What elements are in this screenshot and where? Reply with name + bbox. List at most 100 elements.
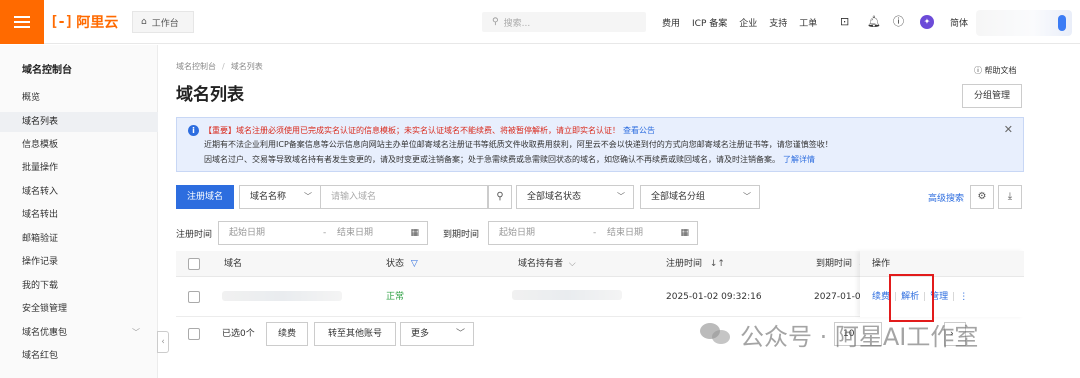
column-reg-time[interactable]: 注册时间 ↓↑ (666, 251, 725, 277)
breadcrumb-item-console[interactable]: 域名控制台 (176, 62, 216, 71)
notice-line-3-text: 因域名过户、交易等导致域名持有者发生变更的，请及时变更或注销备案；处于急需续费或… (204, 155, 780, 164)
sort-icon[interactable]: ⌵ (569, 259, 576, 269)
exp-date-range-picker[interactable]: 起始日期 - 结束日期 ▦ (488, 221, 698, 245)
gear-icon: ⚙ (977, 191, 987, 202)
chevron-down-icon: ﹀ (743, 192, 751, 201)
workbench-button[interactable]: ⌂ 工作台 (132, 11, 194, 33)
close-icon[interactable]: ✕ (1004, 123, 1013, 136)
renew-link[interactable]: 续费 (872, 292, 890, 302)
sidebar-item-overview[interactable]: 概览 (0, 88, 158, 108)
top-links: 费用 ICP 备案 企业 支持 工单 (662, 0, 829, 44)
column-exp-time[interactable]: 到期时间 ↓ (816, 251, 865, 277)
question-circle-icon: ⓘ (974, 66, 982, 75)
range-separator: - (323, 228, 327, 238)
domain-group-value: 全部域名分组 (651, 192, 706, 202)
sidebar-item-transfer-in[interactable]: 域名转入 (0, 182, 158, 202)
divider: | (952, 292, 956, 302)
domain-status-value: 全部域名状态 (527, 192, 582, 202)
domain-status-select[interactable]: 全部域名状态 ﹀ (516, 185, 634, 209)
calendar-icon: ▦ (410, 228, 419, 238)
notice-banner: i 【重要】域名注册必须使用已完成实名认证的信息模板；未实名认证域名不能续费、将… (176, 117, 1024, 172)
select-all-checkbox[interactable] (188, 258, 200, 270)
workbench-label: 工作台 (151, 18, 179, 29)
sidebar-item-discount-pack[interactable]: 域名优惠包 ﹀ (0, 323, 158, 343)
assistant-avatar-icon[interactable]: ✦ (920, 15, 934, 29)
notice-line-3: 因域名过户、交易等导致域名持有者发生变更的，请及时变更或注销备案；处于急需续费或… (204, 154, 815, 165)
download-button[interactable]: ⤓ (998, 185, 1022, 209)
sidebar-collapse-icon[interactable]: ‹ (157, 331, 169, 353)
bell-icon[interactable]: 🔔︎ (867, 16, 881, 28)
global-search-input[interactable]: ⚲ 搜索... (482, 12, 646, 32)
search-button[interactable]: ⚲ (488, 185, 512, 209)
filter-icon[interactable]: ▽ (411, 259, 418, 269)
breadcrumb-item-current: 域名列表 (230, 62, 263, 71)
top-link-enterprise[interactable]: 企业 (739, 16, 757, 29)
sidebar-item-red-packet[interactable]: 域名红包 (0, 346, 158, 366)
more-actions-label: 更多 (411, 329, 430, 339)
help-icon[interactable]: ⓘ (893, 16, 904, 28)
aliyun-logo-text: 阿里云 (76, 15, 119, 31)
exp-time-label: 到期时间 (443, 230, 480, 240)
search-placeholder: 搜索... (503, 18, 531, 29)
search-field-select[interactable]: 域名名称 ﹀ (239, 185, 321, 209)
chevron-down-icon: ﹀ (455, 329, 465, 339)
notice-line-1-text: 【重要】域名注册必须使用已完成实名认证的信息模板；未实名认证域名不能续费、将被暂… (204, 126, 620, 135)
column-status-label: 状态 (386, 259, 405, 269)
batch-renew-button[interactable]: 续费 (266, 322, 308, 346)
exp-start-date[interactable]: 起始日期 (499, 222, 535, 244)
more-actions-select[interactable]: 更多 ﹀ (400, 322, 474, 346)
column-owner[interactable]: 域名持有者 ⌵ (518, 251, 576, 277)
sidebar-item-op-records[interactable]: 操作记录 (0, 252, 158, 272)
exp-end-date[interactable]: 结束日期 (607, 222, 643, 244)
aliyun-logo[interactable]: [-] 阿里云 (50, 0, 118, 44)
search-icon: ⚲ (492, 17, 499, 27)
advanced-search-link[interactable]: 高级搜索 (928, 191, 964, 204)
language-switch[interactable]: 简体 (950, 16, 968, 29)
column-status[interactable]: 状态 ▽ (386, 251, 418, 277)
top-link-icp[interactable]: ICP 备案 (692, 16, 727, 29)
sidebar-item-downloads[interactable]: 我的下载 (0, 276, 158, 296)
download-icon: ⤓ (1007, 191, 1013, 202)
top-link-support[interactable]: 支持 (769, 16, 787, 29)
register-domain-button[interactable]: 注册域名 (176, 185, 234, 209)
chevron-down-icon: ﹀ (304, 192, 312, 201)
sidebar-item-email-verify[interactable]: 邮箱验证 (0, 229, 158, 249)
terminal-icon[interactable]: ⊡ (840, 16, 849, 28)
menu-icon[interactable] (0, 0, 44, 44)
domain-search-input[interactable]: 请输入域名 (320, 185, 488, 209)
top-navigation-bar: [-] 阿里云 ⌂ 工作台 ⚲ 搜索... 费用 ICP 备案 企业 支持 工单… (0, 0, 1080, 44)
sidebar-item-domain-list[interactable]: 域名列表 (0, 112, 158, 132)
wechat-watermark: 公众号 · 阿星AI工作室 (700, 314, 978, 354)
domain-group-select[interactable]: 全部域名分组 ﹀ (640, 185, 760, 209)
breadcrumb-separator: / (222, 62, 225, 71)
domain-search-placeholder: 请输入域名 (331, 192, 377, 202)
reg-date-range-picker[interactable]: 起始日期 - 结束日期 ▦ (218, 221, 428, 245)
sidebar-item-label: 域名优惠包 (22, 328, 68, 338)
reg-end-date[interactable]: 结束日期 (337, 222, 373, 244)
help-docs-link[interactable]: ⓘ 帮助文档 (974, 65, 1017, 76)
settings-button[interactable]: ⚙ (970, 185, 994, 209)
transfer-account-button[interactable]: 转至其他账号 (314, 322, 396, 346)
sidebar-item-transfer-out[interactable]: 域名转出 (0, 205, 158, 225)
top-link-fees[interactable]: 费用 (662, 16, 680, 29)
footer-select-all-checkbox[interactable] (188, 328, 200, 340)
notice-learn-more-link[interactable]: 了解详情 (783, 155, 815, 164)
sidebar-item-info-template[interactable]: 信息模板 (0, 135, 158, 155)
column-ops: 操作 (860, 251, 1024, 277)
sidebar-item-batch-ops[interactable]: 批量操作 (0, 158, 158, 178)
help-docs-label: 帮助文档 (984, 66, 1017, 75)
domain-name-redacted[interactable] (222, 291, 342, 301)
home-icon: ⌂ (141, 17, 147, 27)
top-link-ticket[interactable]: 工单 (799, 16, 817, 29)
reg-start-date[interactable]: 起始日期 (229, 222, 265, 244)
more-actions-icon[interactable]: ⋮ (959, 292, 968, 302)
group-manage-button[interactable]: 分组管理 (962, 84, 1022, 108)
column-reg-time-label: 注册时间 (666, 259, 703, 269)
user-account-area[interactable] (976, 10, 1072, 36)
row-checkbox[interactable] (188, 291, 200, 303)
sidebar-item-security-lock[interactable]: 安全锁管理 (0, 299, 158, 319)
search-field-value: 域名名称 (250, 192, 287, 202)
info-icon: i (188, 125, 199, 136)
sort-icon[interactable]: ↓↑ (710, 259, 725, 269)
notice-view-announcement-link[interactable]: 查看公告 (623, 126, 655, 135)
